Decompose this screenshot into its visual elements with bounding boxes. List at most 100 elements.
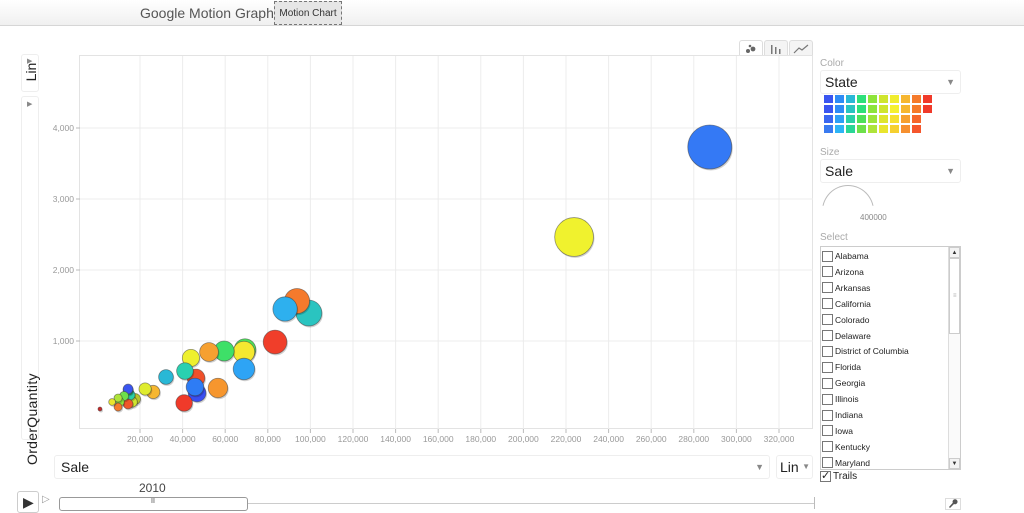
state-checkbox[interactable] bbox=[822, 425, 833, 437]
state-list-item[interactable]: Iowa bbox=[822, 423, 853, 439]
state-label: California bbox=[835, 298, 871, 309]
data-bubble[interactable] bbox=[138, 382, 152, 396]
speed-control-icon[interactable]: ▷ bbox=[42, 494, 50, 505]
color-swatch bbox=[879, 115, 888, 123]
state-list-item[interactable]: Colorado bbox=[822, 312, 870, 328]
state-list-item[interactable]: Kentucky bbox=[822, 439, 870, 455]
color-swatch bbox=[923, 125, 932, 133]
state-list-item[interactable]: Florida bbox=[822, 359, 861, 375]
state-label: Maryland bbox=[835, 457, 870, 468]
x-tick-label: 320,000 bbox=[764, 434, 795, 444]
data-bubble[interactable] bbox=[158, 369, 174, 385]
color-swatch bbox=[868, 115, 877, 123]
state-list-item[interactable]: Georgia bbox=[822, 375, 865, 391]
color-swatch bbox=[824, 125, 833, 133]
x-axis-scale-dropdown[interactable]: Lin ▼ bbox=[776, 455, 813, 479]
y-tick-label: 3,000 bbox=[53, 194, 75, 204]
data-bubble[interactable] bbox=[175, 394, 193, 412]
size-legend-value: 400000 bbox=[860, 213, 887, 222]
state-list-item[interactable]: Arizona bbox=[822, 264, 864, 280]
color-swatch bbox=[846, 125, 855, 133]
state-checkbox[interactable] bbox=[822, 457, 833, 469]
slider-grip-icon: II bbox=[151, 498, 155, 505]
data-bubble[interactable] bbox=[185, 377, 205, 397]
trails-checkbox-row[interactable]: Trails bbox=[820, 469, 858, 482]
data-bubble[interactable] bbox=[97, 406, 103, 412]
size-legend-arc bbox=[822, 185, 874, 206]
state-checkbox[interactable] bbox=[822, 250, 833, 262]
state-checkbox[interactable] bbox=[822, 361, 833, 373]
y-axis-scale-dropdown[interactable]: ▶ Lin bbox=[21, 54, 39, 92]
state-checkbox[interactable] bbox=[822, 409, 833, 421]
trails-checkbox[interactable] bbox=[820, 469, 831, 482]
color-swatch bbox=[868, 95, 877, 103]
x-tick-label: 60,000 bbox=[212, 434, 238, 444]
size-dropdown[interactable]: Sale ▼ bbox=[820, 159, 961, 183]
color-swatch bbox=[846, 95, 855, 103]
x-tick-label: 180,000 bbox=[465, 434, 496, 444]
data-bubble[interactable] bbox=[108, 398, 116, 406]
data-bubble[interactable] bbox=[262, 329, 288, 355]
state-checkbox[interactable] bbox=[822, 266, 833, 278]
timeline-track[interactable] bbox=[248, 503, 815, 504]
play-icon: ▶ bbox=[23, 494, 34, 510]
state-list-item[interactable]: Maryland bbox=[822, 455, 870, 469]
scroll-up-arrow-icon[interactable]: ▲ bbox=[949, 247, 960, 258]
color-swatch bbox=[824, 105, 833, 113]
wrench-icon bbox=[949, 499, 958, 508]
state-list-item[interactable]: Delaware bbox=[822, 328, 871, 344]
state-list-item[interactable]: Indiana bbox=[822, 407, 863, 423]
color-swatch bbox=[923, 105, 932, 113]
color-swatch bbox=[890, 105, 899, 113]
state-checkbox[interactable] bbox=[822, 314, 833, 326]
state-checkbox[interactable] bbox=[822, 282, 833, 294]
scroll-thumb[interactable]: ≡ bbox=[949, 258, 960, 334]
state-checkbox[interactable] bbox=[822, 393, 833, 405]
state-select-list[interactable]: Alabama Arizona Arkansas California Colorado… bbox=[820, 246, 961, 470]
state-label: Indiana bbox=[835, 410, 863, 420]
x-tick-label: 100,000 bbox=[295, 434, 326, 444]
play-button[interactable]: ▶ bbox=[17, 491, 39, 513]
size-label: Size bbox=[820, 147, 840, 158]
trails-label: Trails bbox=[833, 471, 858, 482]
data-bubble[interactable] bbox=[232, 357, 256, 381]
color-swatch bbox=[912, 125, 921, 133]
state-label: District of Columbia bbox=[835, 346, 909, 357]
data-bubble[interactable] bbox=[554, 217, 594, 257]
color-swatch bbox=[901, 115, 910, 123]
data-bubble[interactable] bbox=[687, 124, 733, 170]
state-label: Illinois bbox=[835, 394, 859, 405]
color-swatch bbox=[923, 115, 932, 123]
data-bubble[interactable] bbox=[272, 296, 298, 322]
data-bubble[interactable] bbox=[176, 362, 194, 380]
size-dropdown-value: Sale bbox=[825, 163, 854, 179]
color-swatch bbox=[824, 95, 833, 103]
state-list-item[interactable]: Illinois bbox=[822, 391, 859, 407]
state-checkbox[interactable] bbox=[822, 377, 833, 389]
state-list-item[interactable]: District of Columbia bbox=[822, 343, 909, 359]
state-checkbox[interactable] bbox=[822, 330, 833, 341]
state-checkbox[interactable] bbox=[822, 441, 833, 453]
state-checkbox[interactable] bbox=[822, 298, 833, 310]
x-tick-label: 140,000 bbox=[380, 434, 411, 444]
x-tick-label: 240,000 bbox=[593, 434, 624, 444]
x-tick-label: 260,000 bbox=[636, 434, 667, 444]
color-swatch bbox=[890, 125, 899, 133]
scroll-down-arrow-icon[interactable]: ▼ bbox=[949, 458, 960, 469]
settings-wrench-icon[interactable] bbox=[945, 498, 961, 510]
state-label: Colorado bbox=[835, 314, 870, 325]
state-label: Delaware bbox=[835, 330, 871, 341]
state-list-item[interactable]: California bbox=[822, 296, 871, 312]
data-bubble[interactable] bbox=[199, 342, 219, 362]
state-list-item[interactable]: Arkansas bbox=[822, 280, 870, 296]
state-checkbox[interactable] bbox=[822, 345, 833, 357]
color-swatch bbox=[835, 125, 844, 133]
state-list-item[interactable]: Alabama bbox=[822, 248, 869, 264]
color-dropdown[interactable]: State ▼ bbox=[820, 70, 961, 94]
color-swatch bbox=[890, 95, 899, 103]
x-tick-label: 220,000 bbox=[551, 434, 582, 444]
x-axis-variable-dropdown[interactable]: Sale ▼ bbox=[54, 455, 770, 479]
y-axis-variable-dropdown[interactable]: ▶ OrderQuantity bbox=[21, 96, 40, 465]
data-bubble[interactable] bbox=[207, 377, 229, 399]
select-list-scrollbar[interactable]: ▲ ≡ ▼ bbox=[948, 247, 960, 469]
